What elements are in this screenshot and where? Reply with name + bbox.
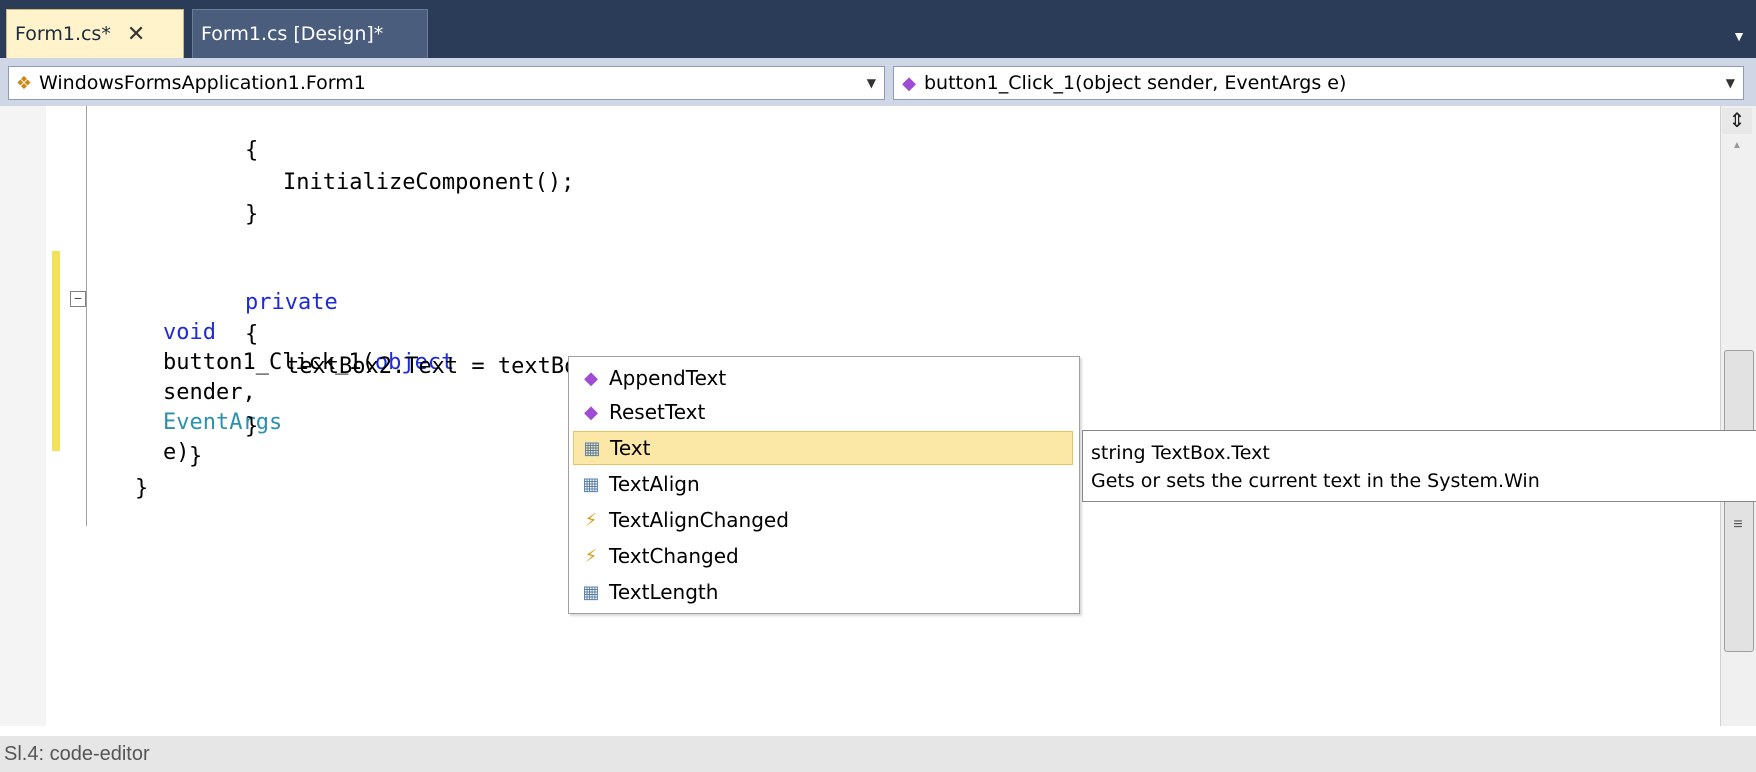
- code-line: }: [188, 444, 203, 469]
- split-window-icon[interactable]: ⇕: [1722, 108, 1752, 134]
- navigation-bar: ❖ WindowsFormsApplication1.Form1 ▼ ◆ but…: [0, 58, 1756, 107]
- method-icon: ◆: [584, 401, 598, 423]
- completion-item-appendtext[interactable]: ◆ AppendText: [573, 361, 1073, 395]
- completion-item-textalignchanged[interactable]: ⚡ TextAlignChanged: [573, 503, 1073, 537]
- scroll-up-icon[interactable]: ▲: [1727, 140, 1747, 156]
- tooltip-signature: string TextBox.Text: [1091, 442, 1270, 464]
- property-icon: ▦: [582, 581, 600, 603]
- property-icon: ▦: [583, 437, 601, 459]
- document-tab-strip: Form1.cs* ✕ Form1.cs [Design]* ▼: [0, 0, 1756, 58]
- type-dropdown[interactable]: ❖ WindowsFormsApplication1.Form1 ▼: [8, 66, 885, 100]
- tab-dropdown-icon[interactable]: ▼: [1732, 28, 1746, 44]
- completion-item-textlength[interactable]: ▦ TextLength: [573, 575, 1073, 609]
- chevron-down-icon[interactable]: ▼: [1726, 76, 1735, 90]
- event-icon: ⚡: [584, 509, 598, 531]
- member-dropdown[interactable]: ◆ button1_Click_1(object sender, EventAr…: [893, 66, 1744, 100]
- completion-item-resettext[interactable]: ◆ ResetText: [573, 395, 1073, 429]
- method-icon: ◆: [902, 72, 916, 94]
- intellisense-list[interactable]: ◆ AppendText ◆ ResetText ▦ Text ▦ TextAl…: [568, 356, 1080, 614]
- completion-item-textalign[interactable]: ▦ TextAlign: [573, 467, 1073, 501]
- collapse-icon[interactable]: −: [70, 291, 86, 307]
- indicator-margin: [0, 106, 46, 726]
- code-line-current: textBox2.Text = textBox1.te: [110, 322, 644, 381]
- code-line: }: [244, 414, 259, 439]
- outlining-guide: [86, 106, 87, 526]
- property-icon: ▦: [582, 473, 600, 495]
- close-icon[interactable]: ✕: [127, 22, 145, 47]
- member-dropdown-value: button1_Click_1(object sender, EventArgs…: [924, 72, 1347, 94]
- code-line: InitializeComponent();: [282, 170, 575, 195]
- code-line: {: [244, 138, 259, 163]
- figure-caption: Sl.4: code-editor: [0, 736, 1756, 772]
- tab-form1-cs[interactable]: Form1.cs* ✕: [6, 9, 184, 58]
- type-dropdown-value: WindowsFormsApplication1.Form1: [39, 72, 366, 94]
- change-tracking-bar: [52, 251, 60, 451]
- tab-label: Form1.cs*: [15, 23, 111, 45]
- code-line: }: [244, 202, 259, 227]
- quick-info-tooltip: string TextBox.Text Gets or sets the cur…: [1082, 430, 1756, 502]
- chevron-down-icon[interactable]: ▼: [867, 76, 876, 90]
- completion-item-text[interactable]: ▦ Text: [573, 431, 1073, 465]
- code-line: }: [134, 476, 149, 501]
- grip-icon: ≡: [1733, 516, 1743, 533]
- method-icon: ◆: [584, 367, 598, 389]
- tab-label: Form1.cs [Design]*: [201, 23, 384, 45]
- class-icon: ❖: [15, 72, 33, 94]
- completion-item-textchanged[interactable]: ⚡ TextChanged: [573, 539, 1073, 573]
- code-line: {: [244, 322, 259, 347]
- tab-form1-designer[interactable]: Form1.cs [Design]*: [192, 9, 428, 58]
- tooltip-description: Gets or sets the current text in the Sys…: [1091, 470, 1540, 492]
- code-line-method-signature: private void button1_Click_1(object send…: [162, 290, 455, 465]
- event-icon: ⚡: [584, 545, 598, 567]
